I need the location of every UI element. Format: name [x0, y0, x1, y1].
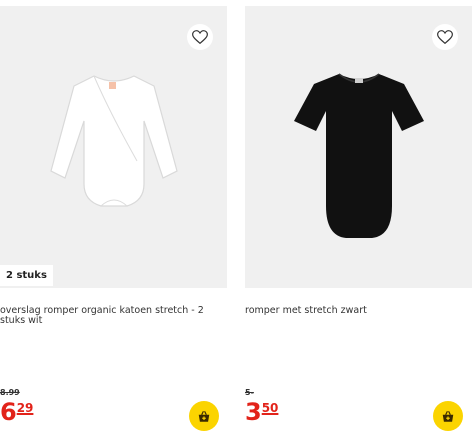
price-cents: 50 [261, 401, 279, 415]
basket-icon [442, 410, 454, 422]
wishlist-button[interactable] [432, 24, 458, 50]
current-price: 3 50 [245, 400, 278, 424]
add-to-cart-button[interactable] [433, 401, 463, 431]
product-title[interactable]: romper met stretch zwart [245, 306, 467, 316]
product-image[interactable] [245, 6, 472, 288]
wishlist-button[interactable] [187, 24, 213, 50]
product-card[interactable]: romper met stretch zwart 5- 3 50 [245, 0, 475, 440]
price-euros: 3 [245, 398, 262, 426]
price-cents: 29 [16, 401, 34, 415]
basket-icon [198, 410, 210, 422]
heart-icon [437, 30, 453, 44]
white-romper-image [49, 75, 178, 207]
product-image[interactable]: 2 stuks [0, 6, 227, 288]
old-price: 5- [245, 388, 254, 397]
product-card[interactable]: 2 stuks overslag romper organic katoen s… [0, 0, 227, 440]
old-price: 8.99 [0, 388, 20, 397]
quantity-badge: 2 stuks [0, 265, 53, 286]
add-to-cart-button[interactable] [189, 401, 219, 431]
heart-icon [192, 30, 208, 44]
price-euros: 6 [0, 398, 17, 426]
current-price: 6 29 [0, 400, 33, 424]
black-romper-image [293, 73, 424, 238]
product-title[interactable]: overslag romper organic katoen stretch -… [0, 306, 222, 326]
